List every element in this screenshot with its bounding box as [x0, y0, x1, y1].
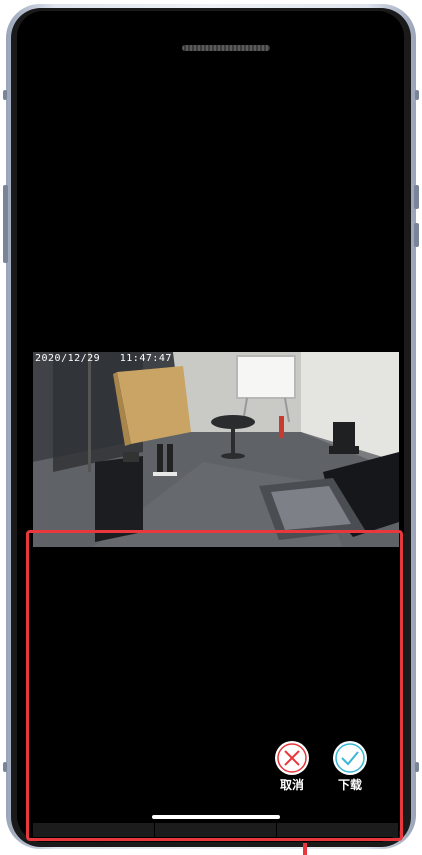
side-button	[3, 90, 7, 100]
side-button	[3, 762, 7, 772]
download-circle	[333, 741, 367, 775]
bottom-strip-segment	[277, 823, 399, 837]
cancel-circle	[275, 741, 309, 775]
close-x-icon	[277, 743, 307, 773]
cancel-button[interactable]: 取消	[272, 741, 312, 792]
side-button	[415, 762, 419, 772]
video-timestamp: 2020/12/29 11:47:47	[35, 353, 172, 364]
cancel-label: 取消	[279, 778, 304, 792]
camera-scene	[33, 352, 399, 547]
download-label: 下载	[337, 778, 362, 792]
highlight-box	[26, 530, 403, 841]
bottom-strip	[33, 823, 399, 837]
bottom-strip-segment	[155, 823, 277, 837]
volume-button	[3, 185, 8, 263]
highlight-pointer	[303, 843, 307, 855]
earpiece-speaker	[182, 45, 270, 51]
bottom-strip-segment	[33, 823, 155, 837]
home-indicator[interactable]	[152, 815, 280, 819]
power-button	[414, 185, 419, 209]
checkmark-icon	[335, 743, 365, 773]
power-button-lower	[414, 223, 419, 247]
side-button	[415, 90, 419, 100]
camera-video-frame[interactable]: 2020/12/29 11:47:47	[33, 352, 399, 547]
download-button[interactable]: 下载	[330, 741, 370, 792]
